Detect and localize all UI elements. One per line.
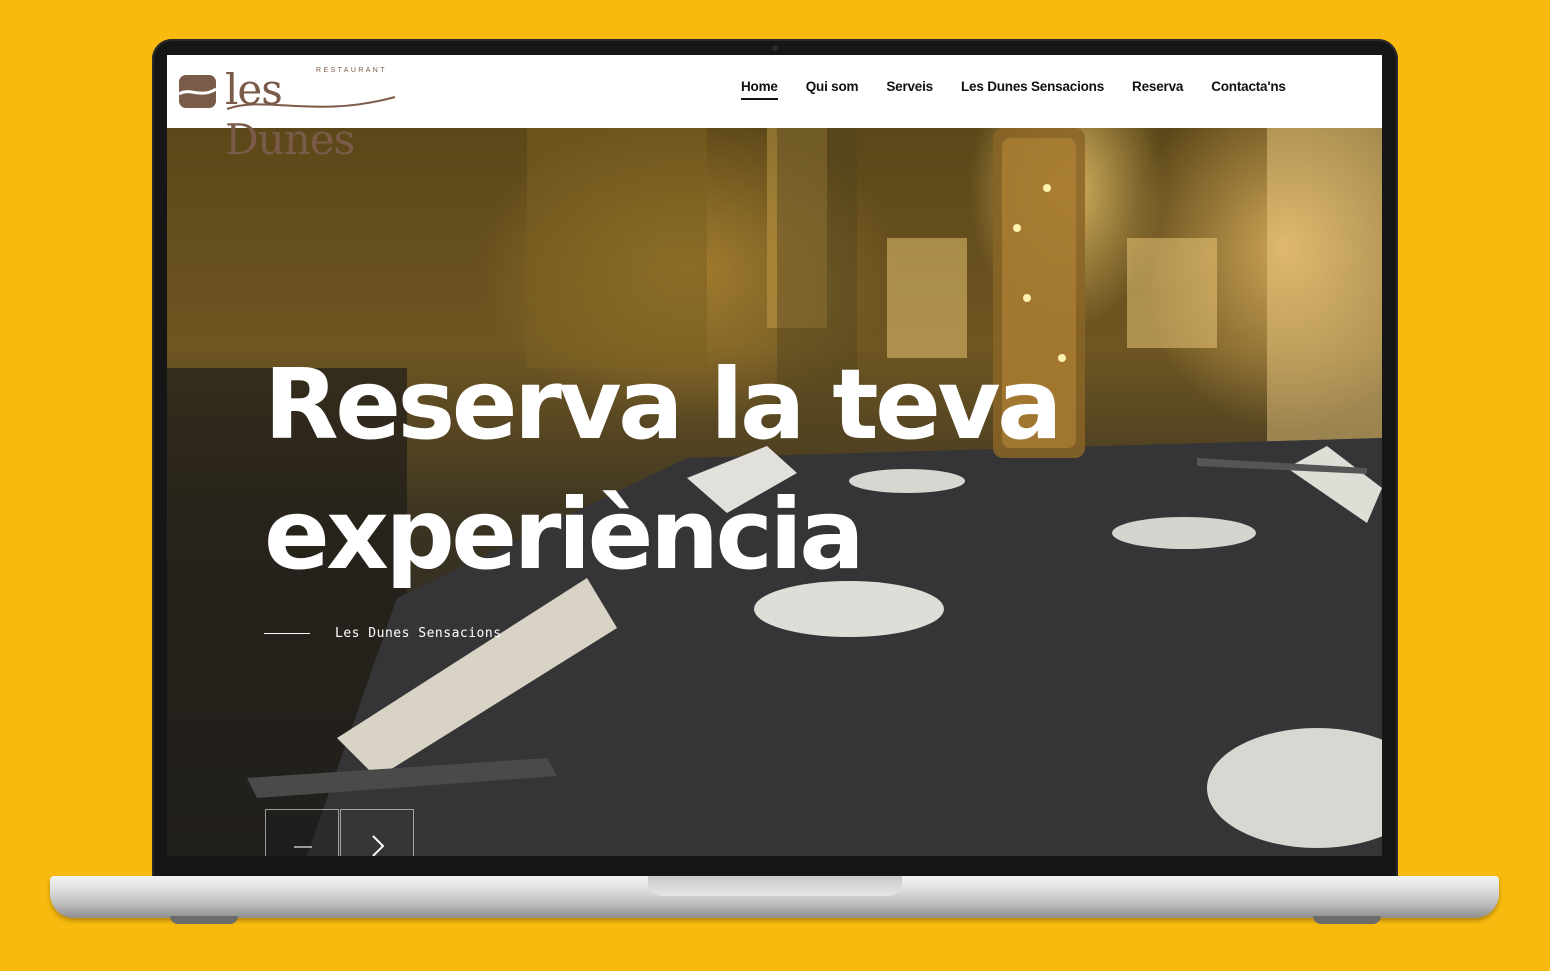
- logo-mark-icon: [179, 75, 216, 108]
- nav-qui-som[interactable]: Qui som: [806, 79, 859, 100]
- nav-serveis[interactable]: Serveis: [886, 79, 933, 100]
- nav-contactans[interactable]: Contacta'ns: [1211, 79, 1286, 100]
- laptop-foot-right: [1313, 916, 1381, 924]
- camera-icon: [772, 45, 778, 51]
- hero-subtitle: Les Dunes Sensacions: [264, 626, 502, 641]
- subtitle-divider: [264, 633, 310, 634]
- laptop-base: [50, 876, 1499, 918]
- nav-home[interactable]: Home: [741, 79, 778, 100]
- main-nav: Home Qui som Serveis Les Dunes Sensacion…: [741, 79, 1286, 100]
- chevron-right-icon: [372, 835, 385, 856]
- laptop-base-notch: [648, 876, 902, 896]
- minus-icon: [294, 846, 312, 848]
- nav-reserva[interactable]: Reserva: [1132, 79, 1183, 100]
- hero-title: Reserva la teva experiència: [264, 340, 1063, 600]
- site-logo[interactable]: RESTAURANT les Dunes: [179, 65, 409, 164]
- slider-next-button[interactable]: [340, 809, 414, 856]
- logo-swash-icon: [226, 96, 396, 110]
- hero-slider: Reserva la teva experiència Les Dunes Sen…: [167, 128, 1382, 856]
- slider-prev-button[interactable]: [265, 809, 339, 856]
- nav-les-dunes-sensacions[interactable]: Les Dunes Sensacions: [961, 79, 1104, 100]
- site-header: RESTAURANT les Dunes Home Qui som Servei…: [167, 55, 1382, 164]
- hero-title-line1: Reserva la teva: [264, 348, 1063, 461]
- hero-title-line2: experiència: [264, 478, 865, 591]
- browser-screen: RESTAURANT les Dunes Home Qui som Servei…: [167, 55, 1382, 856]
- laptop-foot-left: [170, 916, 238, 924]
- hero-subtitle-text: Les Dunes Sensacions: [335, 626, 502, 641]
